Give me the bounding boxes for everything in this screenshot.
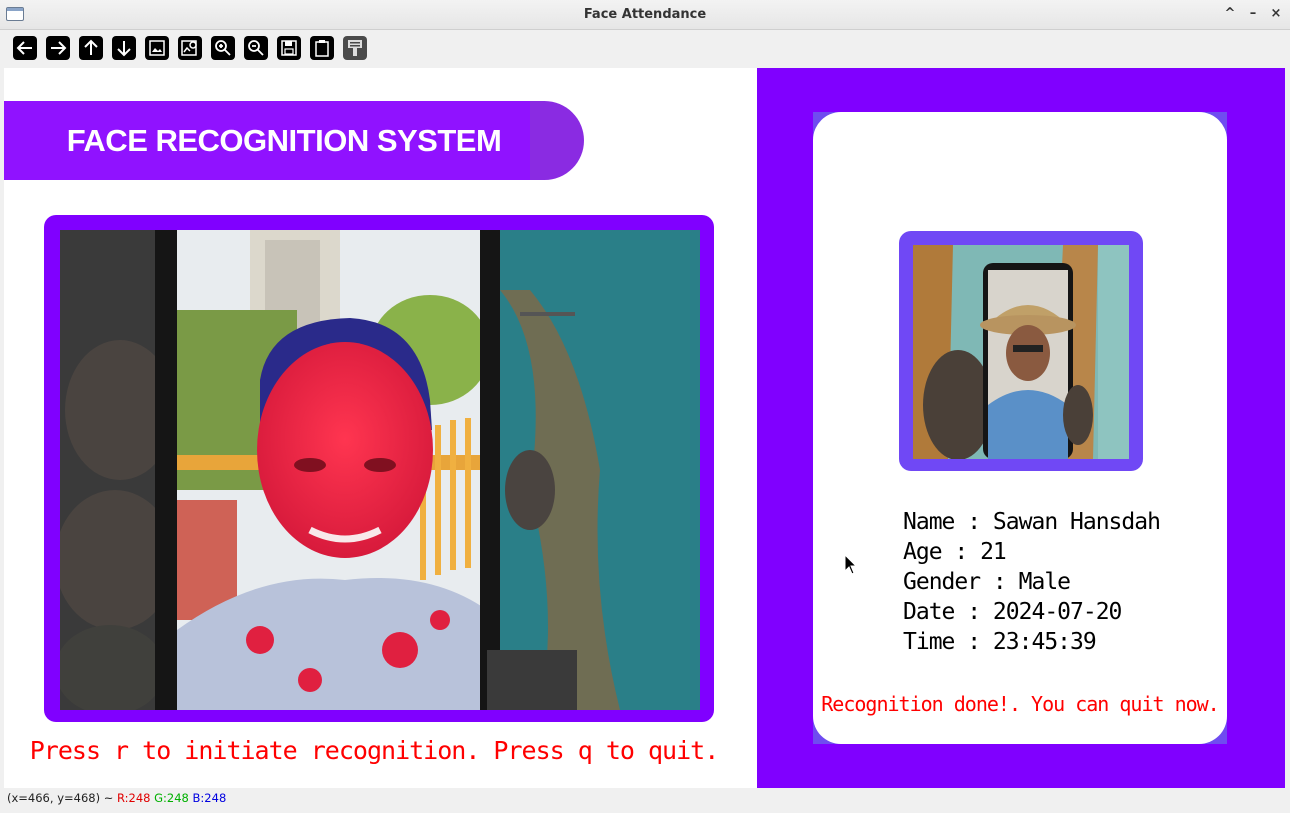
clipboard-icon <box>315 40 329 57</box>
arrow-left-icon <box>16 41 32 55</box>
image-search-icon <box>181 40 197 56</box>
image-icon <box>149 40 165 56</box>
properties-icon <box>348 40 362 56</box>
image-canvas[interactable]: FACE RECOGNITION SYSTEM Press r to initi… <box>4 68 1285 788</box>
zoom-in-button[interactable] <box>211 36 235 60</box>
banner-title: FACE RECOGNITION SYSTEM <box>66 123 502 158</box>
toolbar <box>0 30 1290 68</box>
recognition-status-message: Recognition done!. You can quit now. <box>821 692 1219 716</box>
save-icon <box>281 40 297 56</box>
pixel-red-value: R:248 <box>117 791 151 805</box>
name-line: Name : Sawan Hansdah <box>903 509 1161 535</box>
zoom-original-button[interactable] <box>145 36 169 60</box>
webcam-frame <box>44 215 714 722</box>
zoom-fit-button[interactable] <box>178 36 202 60</box>
pan-down-button[interactable] <box>112 36 136 60</box>
pan-right-button[interactable] <box>46 36 70 60</box>
gender-line: Gender : Male <box>903 569 1071 595</box>
pixel-blue-value: B:248 <box>192 791 227 805</box>
pan-up-button[interactable] <box>79 36 103 60</box>
maximize-button[interactable]: ^ <box>1224 6 1236 22</box>
close-button[interactable]: × <box>1270 6 1282 22</box>
arrow-right-icon <box>51 41 67 55</box>
result-panel: Name : Sawan Hansdah Age : 21 Gender : M… <box>757 68 1285 788</box>
arrow-up-icon <box>84 39 98 55</box>
minimize-button[interactable]: – <box>1247 6 1259 22</box>
pixel-coordinates: (x=466, y=468) ~ <box>7 791 114 805</box>
copy-clipboard-button[interactable] <box>310 36 334 60</box>
matched-photo-image <box>913 245 1129 459</box>
mouse-cursor-icon <box>844 554 858 575</box>
matched-photo-frame <box>899 231 1143 471</box>
result-card: Name : Sawan Hansdah Age : 21 Gender : M… <box>813 112 1227 744</box>
age-line: Age : 21 <box>903 539 1007 565</box>
properties-button[interactable] <box>343 36 367 60</box>
instruction-text: Press r to initiate recognition. Press q… <box>29 736 720 765</box>
title-banner: FACE RECOGNITION SYSTEM <box>4 101 584 180</box>
save-button[interactable] <box>277 36 301 60</box>
zoom-in-icon <box>215 40 231 56</box>
student-info: Name : Sawan Hansdah Age : 21 Gender : M… <box>903 507 1161 657</box>
zoom-out-button[interactable] <box>244 36 268 60</box>
time-line: Time : 23:45:39 <box>903 629 1097 655</box>
title-bar: Face Attendance ^ – × <box>0 0 1290 30</box>
webcam-image <box>60 230 700 710</box>
status-bar: (x=466, y=468) ~ R:248 G:248 B:248 <box>0 788 1290 813</box>
window-controls: ^ – × <box>1224 6 1282 22</box>
window-title: Face Attendance <box>583 7 707 22</box>
date-line: Date : 2024-07-20 <box>903 599 1122 625</box>
arrow-down-icon <box>117 41 131 57</box>
matched-photo <box>913 245 1129 459</box>
zoom-out-icon <box>248 40 264 56</box>
pan-left-button[interactable] <box>13 36 37 60</box>
webcam-feed <box>60 230 700 710</box>
pixel-green-value: G:248 <box>154 791 189 805</box>
